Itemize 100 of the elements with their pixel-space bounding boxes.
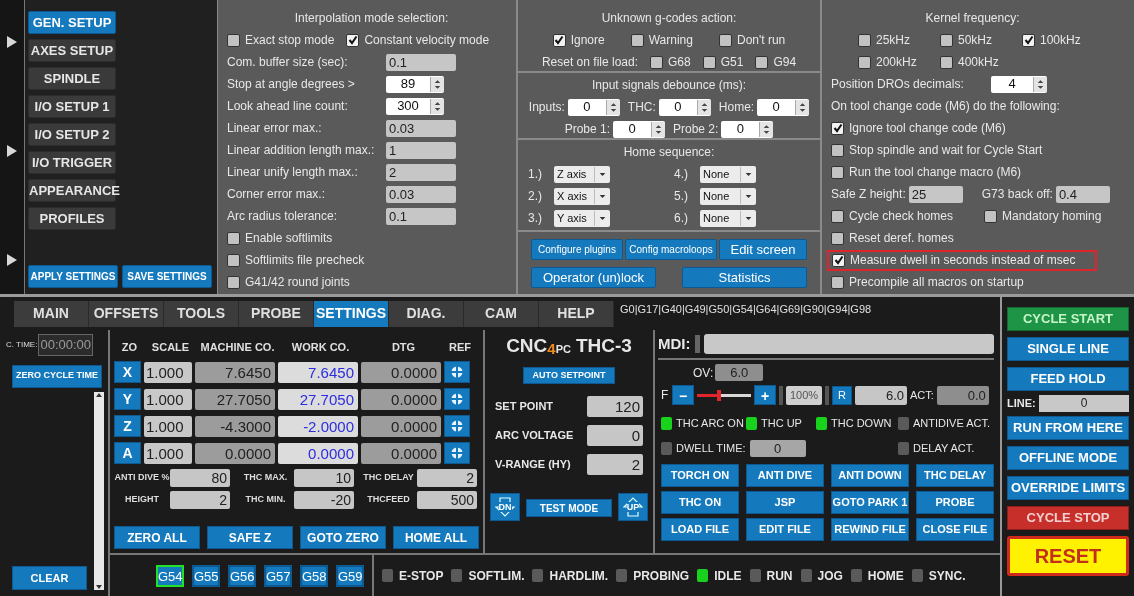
spin-field[interactable]: 4	[991, 75, 1047, 93]
scale-field[interactable]: 1.000	[144, 388, 192, 410]
spinner-icon[interactable]	[759, 121, 774, 137]
zero-cycle-time-button[interactable]: ZERO CYCLE TIME	[12, 364, 102, 388]
tab[interactable]: SETTINGS	[314, 300, 389, 327]
checkbox[interactable]	[718, 33, 732, 47]
work-offset-button[interactable]: G55	[192, 564, 220, 587]
input-field[interactable]: 0.0	[936, 385, 989, 405]
checkbox[interactable]	[831, 231, 844, 245]
action-button[interactable]: EDIT FILE	[746, 518, 824, 541]
checkbox[interactable]	[346, 33, 360, 47]
action-button[interactable]: JSP	[746, 491, 824, 514]
settings-action-button[interactable]: APPLY SETTINGS	[28, 265, 118, 288]
arrow-icon[interactable]	[7, 254, 17, 266]
action-button[interactable]: ANTI DIVE	[746, 464, 824, 487]
feed-percent-button[interactable]: 100%	[786, 385, 822, 405]
checkbox[interactable]	[755, 55, 769, 69]
checkbox[interactable]	[940, 55, 953, 69]
dropdown[interactable]: Z axis	[554, 165, 610, 183]
checkbox[interactable]	[552, 33, 566, 47]
spinner-icon[interactable]	[651, 121, 665, 137]
action-button[interactable]: ANTI DOWN	[831, 464, 909, 487]
checkbox[interactable]	[702, 55, 716, 69]
checkbox[interactable]	[227, 275, 240, 289]
settings-nav-button[interactable]: I/O TRIGGER	[28, 151, 116, 174]
work-coordinate[interactable]: 7.6450	[278, 361, 358, 383]
spin-field[interactable]: 0	[757, 98, 810, 116]
up-button[interactable]: UP	[618, 493, 648, 521]
spinner-icon[interactable]	[605, 99, 620, 115]
clear-button[interactable]: CLEAR	[12, 566, 87, 590]
checkbox[interactable]	[940, 33, 953, 47]
control-button[interactable]: OFFLINE MODE	[1007, 446, 1129, 470]
input-field[interactable]: 80	[170, 469, 230, 487]
action-button[interactable]: THC DELAY	[916, 464, 994, 487]
test-mode-button[interactable]: TEST MODE	[526, 499, 612, 517]
spin-field[interactable]: 89	[386, 75, 444, 93]
action-button[interactable]: PROBE	[916, 491, 994, 514]
checkbox[interactable]	[831, 165, 844, 179]
tab[interactable]: TOOLS	[164, 300, 239, 327]
reference-button[interactable]	[444, 388, 470, 410]
scale-field[interactable]: 1.000	[144, 442, 192, 464]
line-field[interactable]: 0	[1039, 395, 1129, 412]
spin-field[interactable]: 0	[721, 120, 774, 138]
checkbox[interactable]	[984, 209, 997, 223]
action-button[interactable]: GOTO PARK 1	[831, 491, 909, 514]
action-button[interactable]: CLOSE FILE	[916, 518, 994, 541]
increase-button[interactable]: +	[754, 385, 776, 405]
dropdown[interactable]: None	[700, 165, 756, 183]
auto-setpoint-button[interactable]: AUTO SETPOINT	[523, 367, 615, 384]
checkbox[interactable]	[832, 253, 845, 267]
input-field[interactable]: 2	[170, 491, 230, 509]
slider-thumb[interactable]	[716, 389, 721, 401]
settings-tool-button[interactable]: Configure plugins	[531, 238, 623, 260]
checkbox[interactable]	[227, 231, 240, 245]
spin-field[interactable]: 0	[658, 98, 711, 116]
scale-field[interactable]: 1.000	[144, 361, 192, 383]
input-field[interactable]: 2	[386, 163, 456, 181]
work-offset-button[interactable]: G54	[156, 564, 184, 587]
spin-field[interactable]: 0	[567, 98, 620, 116]
cycle-stop-button[interactable]: CYCLE STOP	[1007, 506, 1129, 530]
dro-button[interactable]: GOTO ZERO	[300, 526, 386, 549]
settings-tool-button[interactable]: Config macroloops	[625, 238, 717, 260]
work-coordinate[interactable]: 27.7050	[278, 388, 358, 410]
checkbox[interactable]	[831, 275, 844, 289]
settings-tool-button[interactable]: Statistics	[682, 266, 807, 288]
scrollbar[interactable]	[94, 391, 104, 590]
checkbox[interactable]	[858, 33, 871, 47]
dropdown[interactable]: None	[700, 209, 756, 227]
settings-tool-button[interactable]: Edit screen	[719, 238, 807, 260]
scroll-up-icon[interactable]	[95, 391, 103, 398]
settings-nav-button[interactable]: GEN. SETUP	[28, 11, 116, 34]
input-field[interactable]: 500	[417, 491, 477, 509]
spinner-icon[interactable]	[430, 76, 444, 92]
checkbox[interactable]	[630, 33, 644, 47]
input-field[interactable]: 0.1	[386, 53, 456, 71]
input-field[interactable]: 10	[294, 469, 354, 487]
settings-action-button[interactable]: SAVE SETTINGS	[122, 265, 212, 288]
checkbox[interactable]	[1022, 33, 1035, 47]
input-field[interactable]: 2	[587, 454, 643, 475]
dro-button[interactable]: ZERO ALL	[114, 526, 200, 549]
input-field[interactable]: 0.1	[386, 207, 456, 225]
action-button[interactable]: TORCH ON	[661, 464, 739, 487]
axis-button[interactable]: Z	[114, 415, 141, 437]
reference-button[interactable]	[444, 415, 470, 437]
work-offset-button[interactable]: G58	[300, 564, 328, 587]
work-offset-button[interactable]: G57	[264, 564, 292, 587]
checkbox[interactable]	[858, 55, 871, 69]
feed-reset-button[interactable]: R	[832, 385, 852, 405]
work-offset-button[interactable]: G59	[336, 564, 364, 587]
checkbox[interactable]	[831, 209, 844, 223]
arrow-icon[interactable]	[7, 36, 17, 48]
input-field[interactable]: 2	[417, 469, 477, 487]
spinner-icon[interactable]	[1033, 76, 1047, 92]
checkbox[interactable]	[650, 55, 663, 69]
spinner-icon[interactable]	[430, 98, 444, 114]
input-field[interactable]: 0.4	[1055, 185, 1110, 203]
mdi-input[interactable]	[703, 334, 994, 354]
reference-button[interactable]	[444, 361, 470, 383]
input-field[interactable]: 1	[386, 141, 456, 159]
input-field[interactable]: 25	[908, 185, 963, 203]
